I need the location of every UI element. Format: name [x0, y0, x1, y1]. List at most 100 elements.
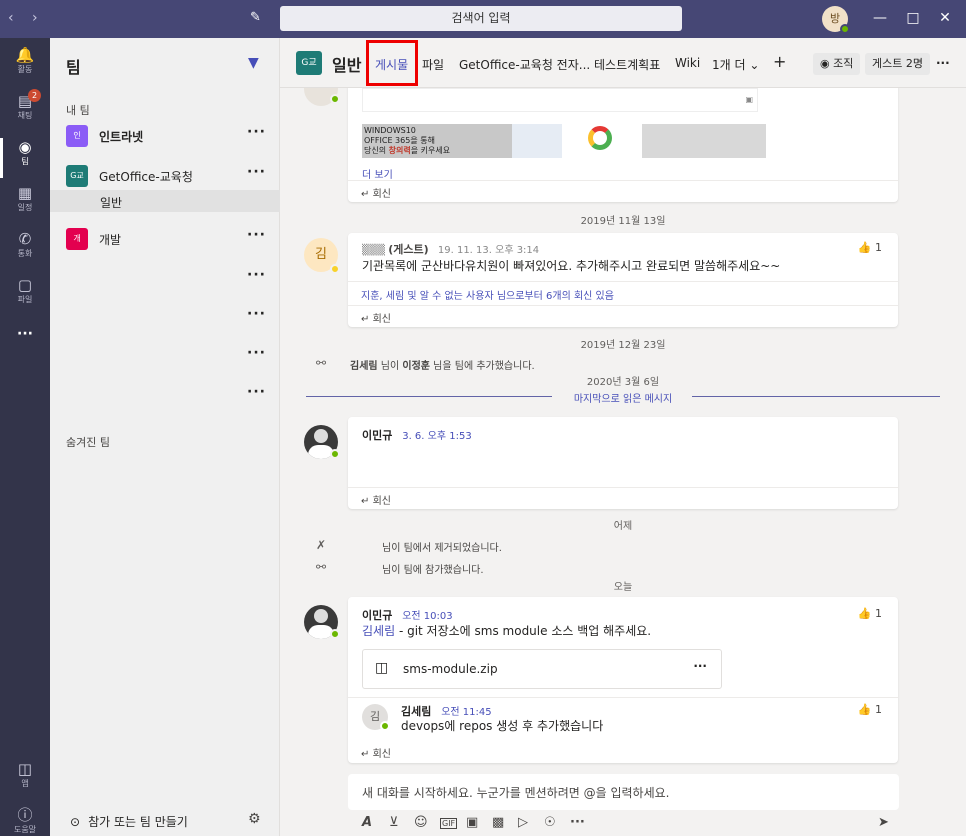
- bell-icon: 🔔: [15, 46, 35, 64]
- org-button[interactable]: ◉ 조직: [813, 53, 861, 75]
- rail-files[interactable]: ▢ 파일: [0, 276, 50, 305]
- maximize-icon[interactable]: □: [903, 10, 923, 26]
- send-icon[interactable]: ➤: [878, 815, 889, 830]
- more-options-icon[interactable]: ···: [247, 345, 266, 361]
- more-options-icon[interactable]: ···: [247, 267, 266, 283]
- more-options-icon[interactable]: ···: [247, 384, 266, 400]
- reply-button[interactable]: ↵ 회신: [348, 180, 898, 202]
- more-options-icon[interactable]: ···: [936, 56, 950, 70]
- user-avatar[interactable]: 방: [822, 6, 850, 34]
- target-name: 이정훈: [402, 361, 430, 372]
- banner-line: WINDOWS10: [364, 126, 416, 135]
- like-number: 1: [875, 607, 882, 620]
- emoji-icon[interactable]: ☺: [414, 815, 428, 830]
- channel-header: G교 일반 게시물 파일 GetOffice-교육청 전자... 테스트계획표 …: [280, 38, 966, 88]
- like-count[interactable]: 👍 1: [858, 241, 882, 254]
- compose-icon[interactable]: ✎: [250, 10, 261, 25]
- add-user-icon: ⚯: [316, 356, 327, 370]
- presence-dot: [330, 264, 340, 274]
- rail-more[interactable]: ···: [0, 326, 50, 342]
- search-input[interactable]: 검색어 입력: [280, 6, 682, 31]
- rail-help[interactable]: ⓘ 도움말: [0, 806, 50, 835]
- reply-button[interactable]: ↵ 회신: [348, 305, 898, 327]
- like-count[interactable]: 👍 1: [858, 703, 882, 716]
- eye-icon: ◉: [820, 57, 830, 70]
- my-teams-label: 내 팀: [66, 104, 90, 117]
- tab-getoffice-doc[interactable]: GetOffice-교육청 전자...: [459, 56, 590, 73]
- tab-wiki[interactable]: Wiki: [675, 56, 700, 70]
- more-options-icon[interactable]: ···: [247, 227, 266, 243]
- add-tab-icon[interactable]: +: [773, 52, 786, 71]
- reply-icon: ↵: [361, 749, 370, 760]
- more-icon: ···: [17, 326, 33, 342]
- meet-icon[interactable]: ▩: [492, 815, 504, 830]
- gear-icon[interactable]: ⚙: [248, 811, 261, 827]
- more-options-icon[interactable]: ···: [247, 306, 266, 322]
- rail-calls[interactable]: ✆ 통화: [0, 230, 50, 259]
- team-item-getoffice[interactable]: G교 GetOffice-교육청 ···: [50, 160, 280, 190]
- more-options-icon[interactable]: ···: [570, 815, 585, 830]
- date-separator: 오늘: [613, 582, 633, 593]
- app-rail: 🔔 활동 ▤ 2 채팅 ◉ 팀 ▦ 일정 ✆ 통화 ▢ 파일 ··· ◫ 앱 ⓘ 도움말: [0, 38, 50, 836]
- preview-close-icon[interactable]: ▣: [745, 95, 753, 104]
- guests-button[interactable]: 게스트 2명: [865, 53, 930, 75]
- reply-button[interactable]: ↵ 회신: [348, 741, 898, 763]
- see-more-link[interactable]: 더 보기: [362, 166, 393, 181]
- avatar-photo: [314, 429, 328, 443]
- more-options-icon[interactable]: ···: [247, 124, 266, 140]
- gif-icon[interactable]: GIF: [440, 818, 458, 829]
- user-initial: 방: [829, 12, 841, 25]
- teams-sidebar: 팀 ▼ 내 팀 인 인트라넷 ··· G교 GetOffice-교육청 ··· …: [50, 38, 280, 836]
- attach-icon[interactable]: ⊻: [389, 815, 399, 830]
- compose-box[interactable]: 새 대화를 시작하세요. 누군가를 멘션하려면 @을 입력하세요.: [348, 774, 899, 810]
- rail-chat[interactable]: ▤ 2 채팅: [0, 89, 50, 121]
- message-card: ▒▒▒ (게스트) 19. 11. 13. 오후 3:14 기관목록에 군산바다…: [348, 233, 898, 327]
- actor-name: 김세림: [350, 361, 378, 372]
- rail-calendar[interactable]: ▦ 일정: [0, 184, 50, 213]
- tab-more-label: 1개 더: [712, 58, 746, 72]
- like-count[interactable]: 👍 1: [858, 607, 882, 620]
- reply-button[interactable]: ↵ 회신: [348, 487, 898, 509]
- rail-label: 팀: [21, 157, 29, 166]
- message-time: 3. 6. 오후 1:53: [402, 431, 472, 442]
- chrome-logo-icon: [588, 126, 612, 150]
- thread-divider: [348, 697, 898, 698]
- presence-dot: [380, 721, 390, 731]
- stream-icon[interactable]: ▷: [518, 815, 528, 830]
- tab-test-plan[interactable]: 테스트계획표: [594, 56, 660, 73]
- like-number: 1: [875, 241, 882, 254]
- rail-apps[interactable]: ◫ 앱: [0, 760, 50, 789]
- tab-files[interactable]: 파일: [422, 56, 444, 73]
- sticker-icon[interactable]: ▣: [466, 815, 478, 830]
- file-attachment[interactable]: ◫ sms-module.zip ···: [362, 649, 722, 689]
- channel-name: 일반: [100, 196, 123, 210]
- more-options-icon[interactable]: ···: [693, 659, 707, 673]
- join-create-team-button[interactable]: ⊙ 참가 또는 팀 만들기: [70, 813, 188, 830]
- reply-icon: ↵: [361, 314, 370, 325]
- filter-icon[interactable]: ▼: [248, 55, 259, 71]
- team-item-dev[interactable]: 개 개발 ···: [50, 223, 280, 253]
- date-separator: 2020년 3월 6일: [586, 377, 660, 388]
- rail-label: 앱: [21, 779, 29, 788]
- back-arrow-icon[interactable]: ‹: [8, 10, 14, 26]
- mention[interactable]: 김세림: [362, 624, 395, 638]
- team-item-intranet[interactable]: 인 인트라넷 ···: [50, 120, 280, 150]
- reply-icon: ↵: [361, 496, 370, 507]
- message-card: 이민규 3. 6. 오후 1:53 ↵ 회신: [348, 417, 898, 509]
- preview-banner[interactable]: WINDOWS10 OFFICE 365을 통해 당신의 창의력을 키우세요: [362, 124, 766, 158]
- more-options-icon[interactable]: ···: [247, 164, 266, 180]
- rail-activity[interactable]: 🔔 활동: [0, 46, 50, 75]
- channel-item-general[interactable]: 일반: [50, 190, 280, 212]
- forward-arrow-icon[interactable]: ›: [32, 10, 38, 26]
- praise-icon[interactable]: ☉: [544, 815, 556, 830]
- format-icon[interactable]: A: [362, 815, 372, 830]
- reply-text: devops에 repos 생성 후 추가했습니다: [401, 719, 604, 733]
- reply-label: 회신: [372, 749, 391, 760]
- tab-posts[interactable]: 게시물: [375, 56, 408, 73]
- tab-more[interactable]: 1개 더 ⌄: [712, 56, 759, 73]
- minimize-icon[interactable]: —: [870, 10, 890, 26]
- thread-link[interactable]: 지훈, 세림 및 알 수 없는 사용자 님으로부터 6개의 회신 있음: [348, 281, 898, 303]
- close-icon[interactable]: ✕: [935, 10, 955, 26]
- rail-teams[interactable]: ◉ 팀: [0, 138, 50, 167]
- banner-line: 당신의 창의력을 키우세요: [364, 146, 510, 156]
